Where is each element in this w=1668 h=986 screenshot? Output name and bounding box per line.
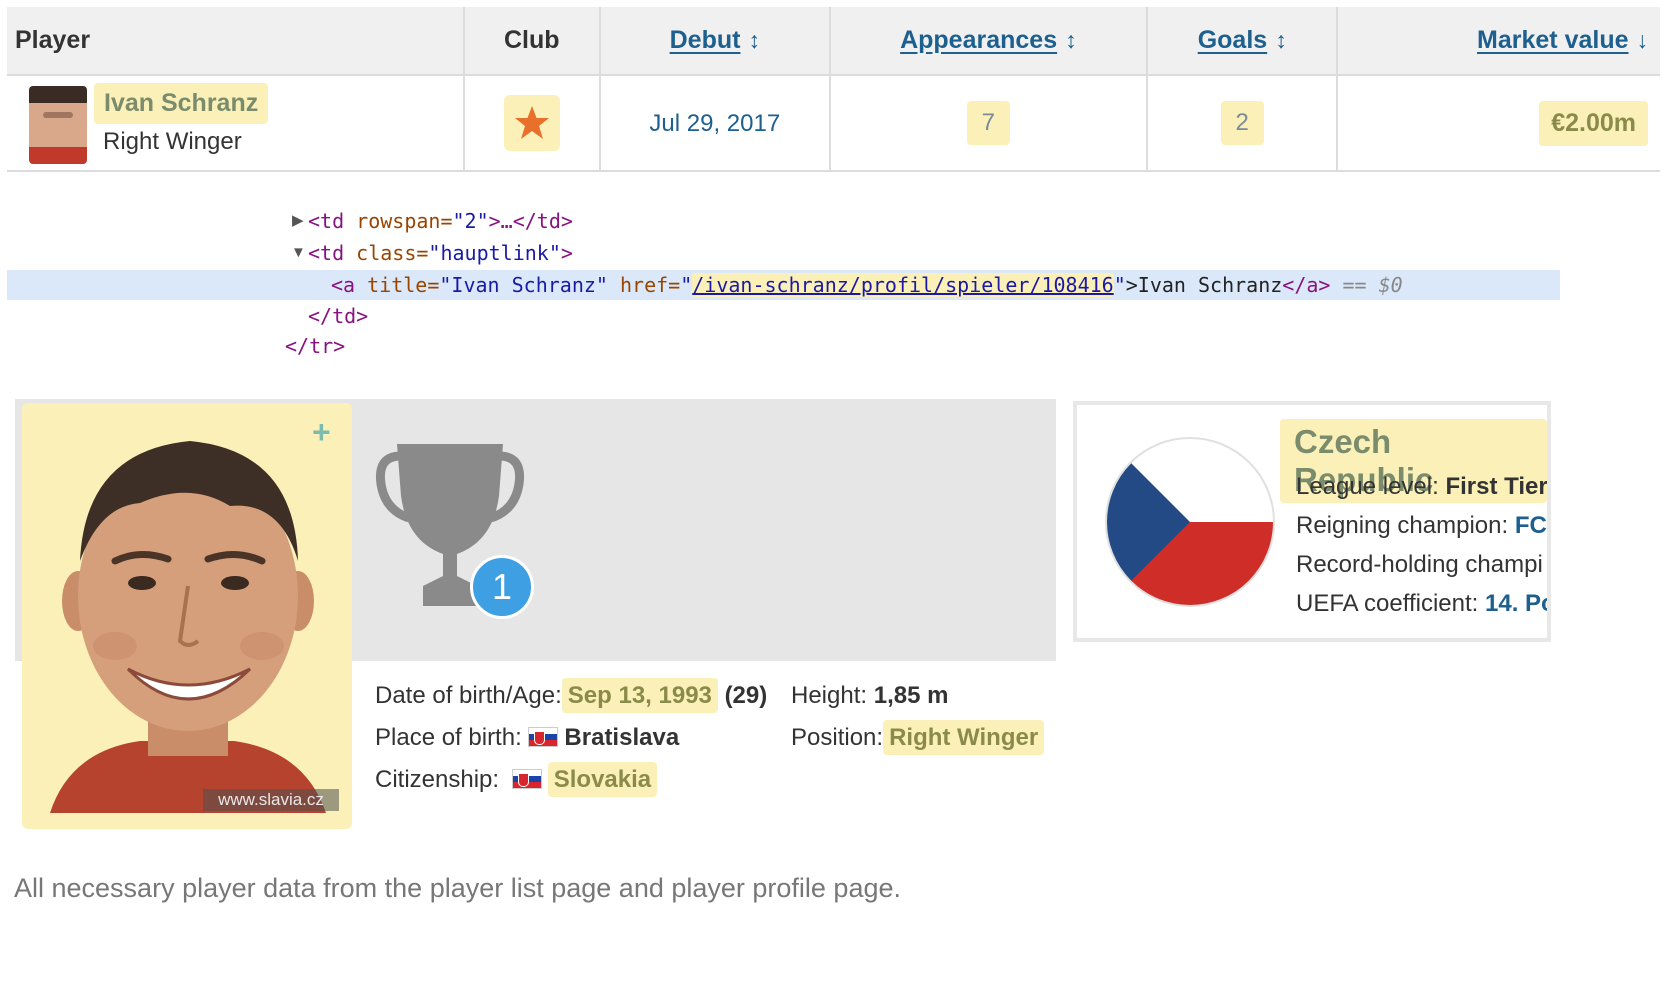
record-champion-row: Record-holding champi (1296, 551, 1543, 578)
player-photo-card[interactable] (22, 403, 352, 829)
plus-icon[interactable]: + (312, 414, 331, 451)
dob-value[interactable]: Sep 13, 1993 (561, 678, 718, 713)
header-appearances[interactable]: Appearances ↕ (829, 7, 1148, 76)
market-value[interactable]: €2.00m (1539, 100, 1648, 146)
table-header-row: Player Club Debut ↕ Appearances ↕ Goals ↕ M… (7, 7, 1660, 76)
pob-label: Place of birth: (375, 724, 522, 751)
goals-cell: 2 (1146, 75, 1339, 172)
height-row: Height: 1,85 m (791, 682, 948, 710)
reigning-champion-link[interactable]: FC (1515, 512, 1547, 539)
pob-value: Bratislava (564, 724, 680, 751)
market-value-cell: €2.00m (1337, 75, 1660, 172)
player-avatar[interactable] (29, 86, 87, 164)
header-goals[interactable]: Goals ↕ (1146, 7, 1339, 76)
devtools-href-link[interactable]: /ivan-schranz/profil/spieler/108416 (692, 273, 1114, 297)
sort-arrows-icon[interactable]: ↕ (1275, 27, 1287, 54)
appearances-cell: 7 (829, 75, 1148, 172)
height-label: Height: (791, 682, 868, 709)
header-player: Player (7, 7, 465, 76)
sort-arrows-icon[interactable]: ↕ (748, 27, 760, 54)
collapse-triangle-icon[interactable]: ▼ (291, 244, 306, 261)
devtools-line-anchor[interactable]: <a title="Ivan Schranz" href="/ivan-schr… (331, 273, 1403, 297)
sort-arrows-icon[interactable]: ↕ (1065, 27, 1077, 54)
appearances-value: 7 (966, 101, 1011, 145)
czech-flag-icon[interactable] (1104, 436, 1276, 608)
header-debut[interactable]: Debut ↕ (599, 7, 831, 76)
expand-triangle-icon[interactable]: ▶ (292, 211, 304, 229)
league-level-row: League level: First Tier (1296, 473, 1548, 500)
star-club-badge-icon (514, 106, 549, 139)
devtools-line-td-close[interactable]: </td> (308, 304, 368, 328)
club-cell (463, 75, 601, 172)
player-cell: Ivan Schranz Right Winger (7, 75, 465, 172)
citizenship-row: Citizenship: Slovakia (375, 762, 658, 797)
figure-caption: All necessary player data from the playe… (14, 873, 901, 903)
pob-row: Place of birth: Bratislava (375, 724, 679, 752)
devtools-line-tr-close[interactable]: </tr> (285, 334, 345, 358)
position-label: Position: (791, 724, 884, 751)
table-row: Ivan Schranz Right Winger Jul 29, 2017 7… (7, 75, 1660, 172)
reigning-champion-row: Reigning champion: FC (1296, 512, 1547, 539)
devtools-line-td-rowspan[interactable]: <td rowspan="2">…</td> (308, 209, 573, 233)
header-club: Club (463, 7, 601, 76)
league-info-card: Czech Republic League level: First Tier … (1073, 401, 1551, 642)
slovakia-flag-icon (511, 769, 542, 789)
debut-cell: Jul 29, 2017 (599, 75, 831, 172)
citizenship-value[interactable]: Slovakia (547, 762, 658, 797)
slovakia-flag-icon (528, 727, 559, 747)
devtools-line-td-hauptlink[interactable]: <td class="hauptlink"> (308, 241, 573, 265)
sort-appearances-link[interactable]: Appearances (900, 26, 1057, 54)
sort-goals-link[interactable]: Goals (1198, 26, 1267, 54)
citizenship-label: Citizenship: (375, 766, 500, 793)
position-value[interactable]: Right Winger (883, 720, 1045, 755)
sort-market-value-link[interactable]: Market value (1477, 26, 1628, 54)
goals-value: 2 (1220, 101, 1264, 145)
player-position: Right Winger (103, 128, 242, 155)
trophy-count-badge[interactable]: 1 (470, 555, 534, 619)
club-badge[interactable] (503, 95, 560, 151)
player-table: Player Club Debut ↕ Appearances ↕ Goals ↕ M… (7, 7, 1660, 172)
player-name-link[interactable]: Ivan Schranz (94, 83, 269, 124)
debut-date: Jul 29, 2017 (649, 109, 781, 137)
dob-label: Date of birth/Age: (375, 682, 562, 709)
dob-row: Date of birth/Age: Sep 13, 1993 (29) (375, 678, 768, 713)
position-row: Position: Right Winger (791, 720, 1045, 755)
sort-debut-link[interactable]: Debut (670, 26, 741, 54)
player-photo (50, 441, 326, 813)
sort-down-icon[interactable]: ↓ (1637, 27, 1649, 54)
photo-credit: www.slavia.cz (203, 789, 339, 811)
uefa-coefficient-link[interactable]: 14. Po (1485, 590, 1547, 617)
height-value: 1,85 m (873, 682, 949, 709)
header-market-value[interactable]: Market value ↓ (1337, 7, 1660, 76)
age-value: (29) (724, 682, 768, 709)
uefa-coefficient-row: UEFA coefficient: 14. Po (1296, 590, 1547, 618)
